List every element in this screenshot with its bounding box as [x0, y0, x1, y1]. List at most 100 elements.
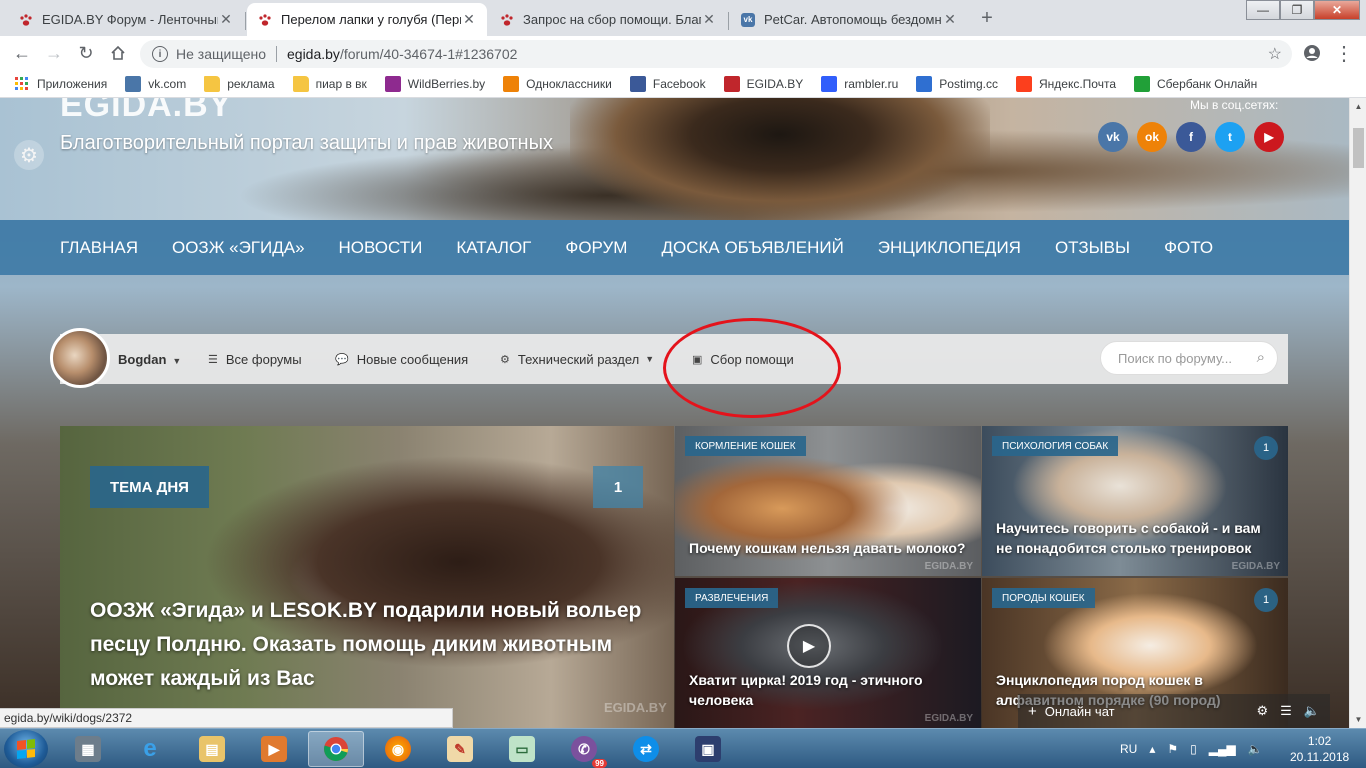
volume-icon[interactable]: 🔈 — [1304, 703, 1320, 719]
card-category[interactable]: ПОРОДЫ КОШЕК — [992, 588, 1095, 608]
show-hidden-icons-icon[interactable]: ▴ — [1149, 742, 1155, 756]
vertical-scrollbar[interactable]: ▲ ▼ — [1349, 98, 1366, 728]
nav-item[interactable]: ФОРУМ — [565, 238, 627, 258]
nav-item[interactable]: ООЗЖ «ЭГИДА» — [172, 238, 305, 258]
bookmark-item[interactable]: WildBerries.by — [384, 75, 485, 92]
facebook-icon[interactable]: f — [1176, 122, 1206, 152]
volume-icon[interactable]: 🔈 — [1248, 742, 1263, 756]
scroll-up-arrow-icon[interactable]: ▲ — [1350, 98, 1366, 115]
close-window-button[interactable]: ✕ — [1314, 0, 1360, 20]
featured-title[interactable]: ООЗЖ «Эгида» и LESOK.BY подарили новый в… — [90, 594, 650, 696]
taskbar-explorer[interactable]: ▤ — [184, 731, 240, 767]
nav-item[interactable]: ДОСКА ОБЪЯВЛЕНИЙ — [661, 238, 843, 258]
search-icon[interactable]: ⌕ — [1257, 349, 1265, 366]
taskbar-teamviewer[interactable]: ⇄ — [618, 731, 674, 767]
start-button[interactable] — [4, 730, 48, 768]
bookmark-item[interactable]: Приложения — [14, 76, 107, 92]
tab-pigeon-fracture[interactable]: Перелом лапки у голубя (Перна ✕ — [247, 3, 487, 36]
nav-item[interactable]: ФОТО — [1164, 238, 1213, 258]
bookmark-item[interactable]: пиар в вк — [292, 75, 367, 92]
watermark: EGIDA.BY — [604, 700, 667, 715]
gear-icon[interactable]: ⚙ — [1257, 703, 1269, 719]
list-icon[interactable]: ☰ — [1280, 703, 1292, 719]
card-dog-psychology[interactable]: ПСИХОЛОГИЯ СОБАК 1 Научитесь говорить с … — [982, 426, 1288, 576]
new-tab-button[interactable]: + — [975, 6, 999, 30]
taskbar-chrome[interactable] — [308, 731, 364, 767]
close-icon[interactable]: ✕ — [701, 11, 717, 28]
card-title[interactable]: Почему кошкам нельзя давать молоко? — [689, 538, 967, 558]
bookmark-item[interactable]: Facebook — [629, 75, 706, 92]
nav-item[interactable]: ЭНЦИКЛОПЕДИЯ — [878, 238, 1021, 258]
taskbar-save[interactable]: ▣ — [680, 731, 736, 767]
taskbar-firefox[interactable]: ◉ — [370, 731, 426, 767]
tab-petcar[interactable]: vk PetCar. Автопомощь бездомны ✕ — [730, 3, 968, 36]
nav-item[interactable]: ОТЗЫВЫ — [1055, 238, 1130, 258]
gear-icon[interactable]: ⚙ — [14, 140, 44, 170]
tech-section-menu[interactable]: ⚙ Технический раздел ▼ — [500, 352, 654, 367]
card-category[interactable]: РАЗВЛЕЧЕНИЯ — [685, 588, 779, 608]
taskbar-paint[interactable]: ✎ — [432, 731, 488, 767]
avatar[interactable] — [50, 328, 110, 388]
reload-button[interactable]: ↻ — [74, 41, 98, 65]
bookmark-item[interactable]: Яндекс.Почта — [1015, 75, 1116, 92]
taskbar-media[interactable]: ▶ — [246, 731, 302, 767]
taskbar-ie[interactable]: e — [122, 731, 178, 767]
tab-egida-forum[interactable]: EGIDA.BY Форум - Ленточный в ✕ — [8, 3, 244, 36]
forum-search[interactable]: ⌕ — [1100, 341, 1278, 375]
taskbar-viber[interactable]: ✆ 99 — [556, 731, 612, 768]
nav-item[interactable]: КАТАЛОГ — [456, 238, 531, 258]
card-circus[interactable]: РАЗВЛЕЧЕНИЯ ▶ Хватит цирка! 2019 год - э… — [675, 578, 981, 728]
youtube-icon[interactable]: ▶ — [1254, 122, 1284, 152]
all-forums-link[interactable]: ☰ Все форумы — [208, 352, 302, 367]
site-logo[interactable]: EGIDA.BY — [60, 98, 232, 125]
bookmark-item[interactable]: EGIDA.BY — [723, 75, 803, 92]
search-input[interactable] — [1118, 350, 1238, 366]
scroll-down-arrow-icon[interactable]: ▼ — [1350, 711, 1366, 728]
card-category[interactable]: КОРМЛЕНИЕ КОШЕК — [685, 436, 806, 456]
tab-help-request[interactable]: Запрос на сбор помощи. Благо ✕ — [489, 3, 727, 36]
bookmark-item[interactable]: Postimg.cc — [916, 75, 998, 92]
play-icon[interactable]: ▶ — [787, 624, 831, 668]
card-category[interactable]: ПСИХОЛОГИЯ СОБАК — [992, 436, 1119, 456]
taskbar-notes[interactable]: ▭ — [494, 731, 550, 767]
system-clock[interactable]: 1:02 20.11.2018 — [1290, 733, 1349, 765]
bookmark-item[interactable]: rambler.ru — [821, 75, 898, 92]
bookmark-item[interactable]: vk.com — [125, 75, 186, 92]
user-menu[interactable]: Bogdan ▼ — [118, 352, 181, 367]
menu-kebab-icon[interactable]: ⋮ — [1332, 41, 1356, 65]
new-messages-link[interactable]: 💬 Новые сообщения — [335, 352, 468, 367]
taskbar-calculator[interactable]: ▦ — [60, 731, 116, 767]
address-bar[interactable]: i Не защищено egida.by /forum/40-34674-1… — [140, 40, 1292, 68]
bookmark-star-icon[interactable]: ☆ — [1268, 44, 1282, 64]
vk-icon[interactable]: vk — [1098, 122, 1128, 152]
nav-item[interactable]: ГЛАВНАЯ — [60, 238, 138, 258]
featured-topic[interactable]: ТЕМА ДНЯ 1 ООЗЖ «Эгида» и LESOK.BY подар… — [60, 426, 674, 728]
bookmark-item[interactable]: Сбербанк Онлайн — [1134, 75, 1257, 92]
action-center-flag-icon[interactable]: ⚑ — [1167, 742, 1178, 756]
chat-label[interactable]: Онлайн чат — [1045, 704, 1115, 719]
back-button[interactable]: ← — [10, 41, 34, 65]
close-icon[interactable]: ✕ — [942, 11, 958, 28]
close-icon[interactable]: ✕ — [461, 11, 477, 28]
forward-button[interactable]: → — [42, 41, 66, 65]
card-cat-milk[interactable]: КОРМЛЕНИЕ КОШЕК Почему кошкам нельзя дав… — [675, 426, 981, 576]
language-indicator[interactable]: RU — [1120, 742, 1137, 756]
ok-icon[interactable]: ok — [1137, 122, 1167, 152]
close-icon[interactable]: ✕ — [218, 11, 234, 28]
info-icon[interactable]: i — [152, 46, 168, 62]
card-title[interactable]: Научитесь говорить с собакой - и вам не … — [996, 518, 1274, 558]
twitter-icon[interactable]: t — [1215, 122, 1245, 152]
nav-item[interactable]: НОВОСТИ — [339, 238, 423, 258]
bookmark-item[interactable]: реклама — [204, 75, 275, 92]
home-button[interactable] — [106, 41, 130, 65]
profile-icon[interactable] — [1300, 41, 1324, 65]
restore-button[interactable]: ❐ — [1280, 0, 1314, 20]
device-icon[interactable]: ▯ — [1190, 742, 1197, 756]
bookmark-item[interactable]: Одноклассники — [503, 75, 612, 92]
scrollbar-thumb[interactable] — [1353, 128, 1364, 168]
network-signal-icon[interactable]: ▂▄▆ — [1209, 742, 1236, 756]
card-title[interactable]: Хватит цирка! 2019 год - этичного челове… — [689, 670, 967, 710]
minimize-button[interactable]: — — [1246, 0, 1280, 20]
plus-icon[interactable]: + — [1028, 703, 1037, 720]
online-chat-bar[interactable]: + Онлайн чат ⚙ ☰ 🔈 — [1018, 694, 1330, 728]
